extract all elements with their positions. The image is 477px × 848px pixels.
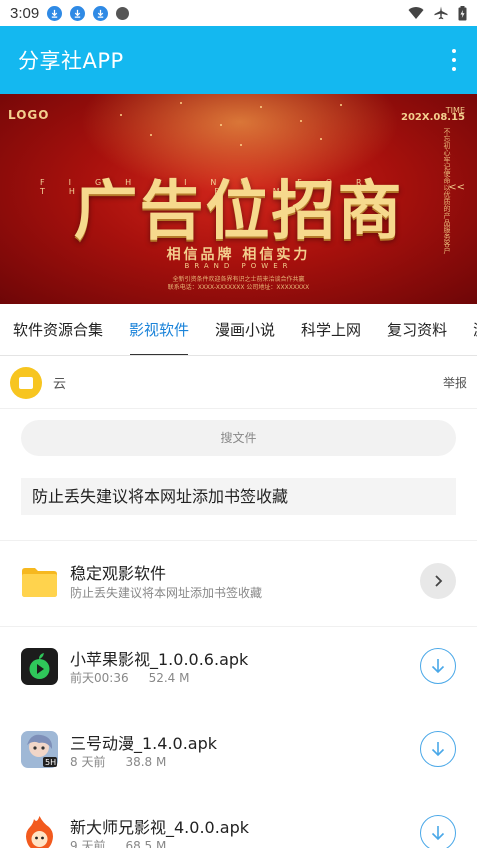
- bookmark-notice: 防止丢失建议将本网址添加书签收藏: [21, 478, 456, 515]
- wifi-icon: [408, 7, 424, 20]
- download-arrow-icon: [431, 826, 445, 841]
- status-right-icons: [408, 5, 467, 21]
- tab-vpn[interactable]: 科学上网: [288, 304, 374, 355]
- file-name: 三号动漫_1.4.0.apk: [70, 734, 218, 753]
- tab-games[interactable]: 游: [460, 304, 477, 355]
- status-time: 3:09: [10, 4, 40, 22]
- more-vert-icon[interactable]: [449, 49, 459, 71]
- banner-logo: LOGO: [8, 108, 50, 122]
- list-item[interactable]: 新大师兄影视_4.0.0.apk 9 天前 68.5 M: [0, 795, 477, 848]
- status-bar: 3:09: [0, 0, 477, 26]
- file-size: 52.4 M: [148, 671, 190, 685]
- avatar[interactable]: [10, 366, 42, 399]
- owner-row: 云 举报: [0, 357, 477, 409]
- tab-study-materials[interactable]: 复习资料: [374, 304, 460, 355]
- fire-app-icon: [26, 816, 53, 848]
- download-button[interactable]: [420, 648, 456, 684]
- chevron-right-icon[interactable]: [420, 563, 456, 599]
- banner-headline: 广告位招商: [73, 174, 404, 249]
- file-name: 新大师兄影视_4.0.0.apk: [70, 818, 250, 837]
- folder-icon: [22, 568, 57, 597]
- file-meta: 前天00:36 52.4 M: [70, 669, 189, 686]
- app-title: 分享社APP: [18, 49, 124, 73]
- file-size: 38.8 M: [125, 755, 167, 769]
- circle-icon: [116, 6, 130, 20]
- file-meta: 9 天前 68.5 M: [70, 837, 166, 848]
- category-tabs: 软件资源合集 影视软件 漫画小说 科学上网 复习资料 游: [0, 304, 477, 356]
- download-button[interactable]: [420, 731, 456, 767]
- folder-subtitle: 防止丢失建议将本网址添加书签收藏: [70, 586, 263, 600]
- download-icon: [47, 5, 63, 21]
- tab-video-software[interactable]: 影视软件: [116, 304, 202, 355]
- owner-name[interactable]: 云: [53, 373, 66, 392]
- folder-row[interactable]: 稳定观影软件 防止丢失建议将本网址添加书签收藏: [0, 541, 477, 625]
- app-bar: 分享社APP: [0, 26, 477, 94]
- download-arrow-icon: [431, 742, 445, 757]
- download-icon: [93, 5, 109, 21]
- list-item[interactable]: 小苹果影视_1.0.0.6.apk 前天00:36 52.4 M: [0, 627, 477, 711]
- apple-app-icon: [21, 648, 58, 685]
- file-time: 9 天前: [70, 839, 106, 848]
- page: 3:09 分享社APP LOGO TIME 202X.08.15 不忘初心牢记使…: [0, 0, 477, 848]
- file-time: 前天00:36: [70, 671, 129, 685]
- download-arrow-icon: [431, 659, 445, 674]
- tab-software-collection[interactable]: 软件资源合集: [0, 304, 116, 355]
- report-link[interactable]: 举报: [443, 374, 467, 391]
- list-item[interactable]: 5H 三号动漫_1.4.0.apk 8 天前 38.8 M: [0, 711, 477, 795]
- file-meta: 8 天前 38.8 M: [70, 753, 166, 770]
- svg-text:5H: 5H: [45, 758, 56, 767]
- anime-app-icon: 5H: [21, 731, 58, 768]
- search-input[interactable]: [21, 420, 456, 456]
- banner-slogan: 相信品牌 相信实力: [166, 247, 311, 263]
- banner-small-line: 联系电话：XXXX-XXXXXXX 公司地址：XXXXXXXX: [167, 284, 310, 291]
- banner-brand-power: BRAND POWER: [184, 262, 293, 270]
- ad-banner[interactable]: LOGO TIME 202X.08.15 不忘初心牢记使命以优质的产品服务客户 …: [0, 94, 477, 304]
- download-button[interactable]: [420, 815, 456, 848]
- banner-date: 202X.08.15: [400, 112, 465, 123]
- file-time: 8 天前: [70, 755, 106, 769]
- download-icon: [70, 5, 86, 21]
- battery-icon: [458, 5, 467, 20]
- airplane-icon: [434, 6, 448, 20]
- folder-title: 稳定观影软件: [70, 564, 167, 583]
- file-size: 68.5 M: [125, 839, 167, 848]
- tab-comics-novels[interactable]: 漫画小说: [202, 304, 288, 355]
- file-name: 小苹果影视_1.0.0.6.apk: [70, 650, 249, 669]
